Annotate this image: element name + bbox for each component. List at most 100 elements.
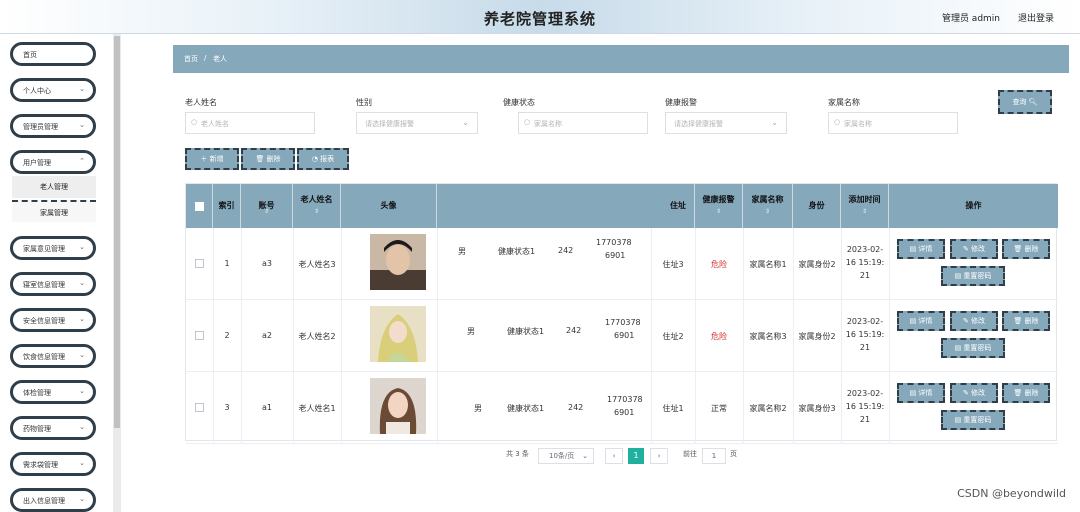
doc-icon: ▤ (909, 389, 917, 397)
breadcrumb-home[interactable]: 首页 (184, 54, 198, 64)
row-checkbox[interactable] (195, 259, 204, 268)
next-page-button[interactable]: › (650, 448, 668, 464)
header-address[interactable]: 住址 (606, 184, 695, 228)
sidebar-item-rooms[interactable]: 寝室信息管理 ⌄ (10, 272, 96, 296)
sidebar-scrollbar[interactable] (113, 34, 121, 512)
detail-button[interactable]: ▤ 详情 (897, 383, 945, 403)
chevron-down-icon: ⌄ (79, 423, 85, 431)
sort-icon[interactable]: ⇕ (241, 208, 292, 215)
sort-icon[interactable]: ⇕ (743, 208, 792, 215)
sort-icon[interactable]: ⇕ (841, 208, 888, 215)
header-index-label: 索引 (218, 201, 235, 210)
sidebar-item-label: 个人中心 (23, 87, 51, 95)
report-button[interactable]: ◔ 报表 (297, 148, 349, 170)
family-search-input[interactable]: ○ 家属名称 (828, 112, 958, 134)
detail-button[interactable]: ▤ 详情 (897, 311, 945, 331)
reset-password-button[interactable]: ▤ 重置密码 (941, 338, 1005, 358)
row-account: a1 (262, 403, 272, 412)
gender-select[interactable]: 请选择健康报警 ⌄ (356, 112, 478, 134)
detail-label: 详情 (918, 245, 933, 253)
row-time-line3: 21 (859, 271, 871, 280)
row-alarm: 危险 (711, 260, 727, 269)
header-account[interactable]: 账号 ⇕ (241, 184, 293, 228)
edit-button[interactable]: ✎ 修改 (950, 239, 998, 259)
doc-icon: ▤ (909, 245, 917, 253)
scrollbar-thumb[interactable] (114, 36, 120, 428)
sidebar-subitem-elders[interactable]: 老人管理 (12, 176, 96, 198)
chart-icon: ◔ (311, 155, 318, 163)
doc-icon: ▤ (909, 317, 917, 325)
sidebar-item-profile[interactable]: 个人中心 ⌄ (10, 78, 96, 102)
row-room: 242 (558, 246, 574, 255)
logout-link[interactable]: 退出登录 (1018, 11, 1054, 24)
sidebar-item-home[interactable]: 首页 (10, 42, 96, 66)
reset-password-button[interactable]: ▤ 重置密码 (941, 266, 1005, 286)
row-name: 老人姓名2 (298, 332, 336, 341)
row-time-line1: 2023-02- (846, 245, 884, 254)
sidebar-item-safety[interactable]: 安全信息管理 ⌄ (10, 308, 96, 332)
header-select-all[interactable] (186, 184, 213, 228)
alarm-placeholder: 请选择健康报警 (674, 120, 723, 128)
sidebar-item-label: 出入信息管理 (23, 497, 65, 505)
header-name[interactable]: 老人姓名 ⇕ (293, 184, 341, 228)
filter-name-label: 老人姓名 (185, 98, 217, 107)
page-number-current[interactable]: 1 (628, 448, 644, 464)
edit-label: 修改 (971, 317, 986, 325)
sidebar-item-diet[interactable]: 饮食信息管理 ⌄ (10, 344, 96, 368)
goto-label: 前往 (683, 450, 697, 458)
row-alarm: 危险 (711, 332, 727, 341)
delete-button[interactable]: 🗑︎ 删除 (241, 148, 295, 170)
page-unit-label: 页 (730, 450, 737, 458)
row-family: 家属名称3 (749, 332, 787, 341)
sidebar-item-users[interactable]: 用户管理 ⌃ (10, 150, 96, 174)
sort-icon[interactable]: ⇕ (293, 208, 340, 215)
chevron-right-icon: › (657, 452, 661, 460)
sidebar-item-admin[interactable]: 管理员管理 ⌄ (10, 114, 96, 138)
sort-icon[interactable]: ⇕ (695, 208, 742, 215)
header-avatar-label: 头像 (380, 201, 397, 210)
sidebar-item-label: 管理员管理 (23, 123, 58, 131)
row-time-line2: 16 15:19: (845, 402, 885, 411)
table-header: 索引 账号 ⇕ 老人姓名 ⇕ 头像 住址 健康报警 ⇕ 家属名称 ⇕ 身份 添加时间 ⇕ … (186, 184, 1058, 228)
chevron-down-icon: ⌄ (79, 495, 85, 503)
sidebar-item-family-opinions[interactable]: 家属意见管理 ⌄ (10, 236, 96, 260)
page-size-select[interactable]: 10条/页 ⌄ (538, 448, 594, 464)
sidebar-subitem-family[interactable]: 家属管理 (12, 200, 96, 222)
row-identity: 家属身份2 (798, 260, 836, 269)
row-phone-line2: 6901 (605, 251, 626, 260)
header-family[interactable]: 家属名称 ⇕ (743, 184, 793, 228)
header-time[interactable]: 添加时间 ⇕ (841, 184, 889, 228)
doc-icon: ▤ (954, 344, 962, 352)
header-identity[interactable]: 身份 (793, 184, 841, 228)
prev-page-button[interactable]: ‹ (605, 448, 623, 464)
search-button-label: 查询 (1012, 98, 1027, 106)
reset-label: 重置密码 (963, 344, 992, 352)
name-search-input[interactable]: ○ 老人姓名 (185, 112, 315, 134)
row-account: a2 (262, 331, 272, 340)
goto-page-input[interactable]: 1 (702, 448, 726, 464)
row-checkbox[interactable] (195, 331, 204, 340)
alarm-select[interactable]: 请选择健康报警 ⌄ (665, 112, 787, 134)
header-identity-label: 身份 (808, 201, 825, 210)
header-alarm[interactable]: 健康报警 ⇕ (695, 184, 743, 228)
row-delete-button[interactable]: 🗑︎ 删除 (1002, 311, 1050, 331)
edit-button[interactable]: ✎ 修改 (950, 311, 998, 331)
search-button[interactable]: 查询 🔍︎ (998, 90, 1052, 114)
detail-button[interactable]: ▤ 详情 (897, 239, 945, 259)
app-title: 养老院管理系统 (483, 10, 596, 28)
select-all-checkbox[interactable] (195, 202, 204, 211)
health-search-input[interactable]: ○ 家属名称 (518, 112, 648, 134)
reset-password-button[interactable]: ▤ 重置密码 (941, 410, 1005, 430)
row-delete-button[interactable]: 🗑︎ 删除 (1002, 239, 1050, 259)
edit-button[interactable]: ✎ 修改 (950, 383, 998, 403)
row-checkbox[interactable] (195, 403, 204, 412)
admin-user-label: 管理员 admin (941, 14, 1000, 24)
add-button[interactable]: ＋ 新增 (185, 148, 239, 170)
row-delete-button[interactable]: 🗑︎ 删除 (1002, 383, 1050, 403)
sidebar-item-checkup[interactable]: 体检管理 ⌄ (10, 380, 96, 404)
sidebar-item-medicine[interactable]: 药物管理 ⌄ (10, 416, 96, 440)
detail-label: 详情 (918, 389, 933, 397)
header-avatar[interactable]: 头像 (341, 184, 437, 228)
sidebar-item-needs[interactable]: 需求袋管理 ⌄ (10, 452, 96, 476)
sidebar-item-access[interactable]: 出入信息管理 ⌄ (10, 488, 96, 512)
